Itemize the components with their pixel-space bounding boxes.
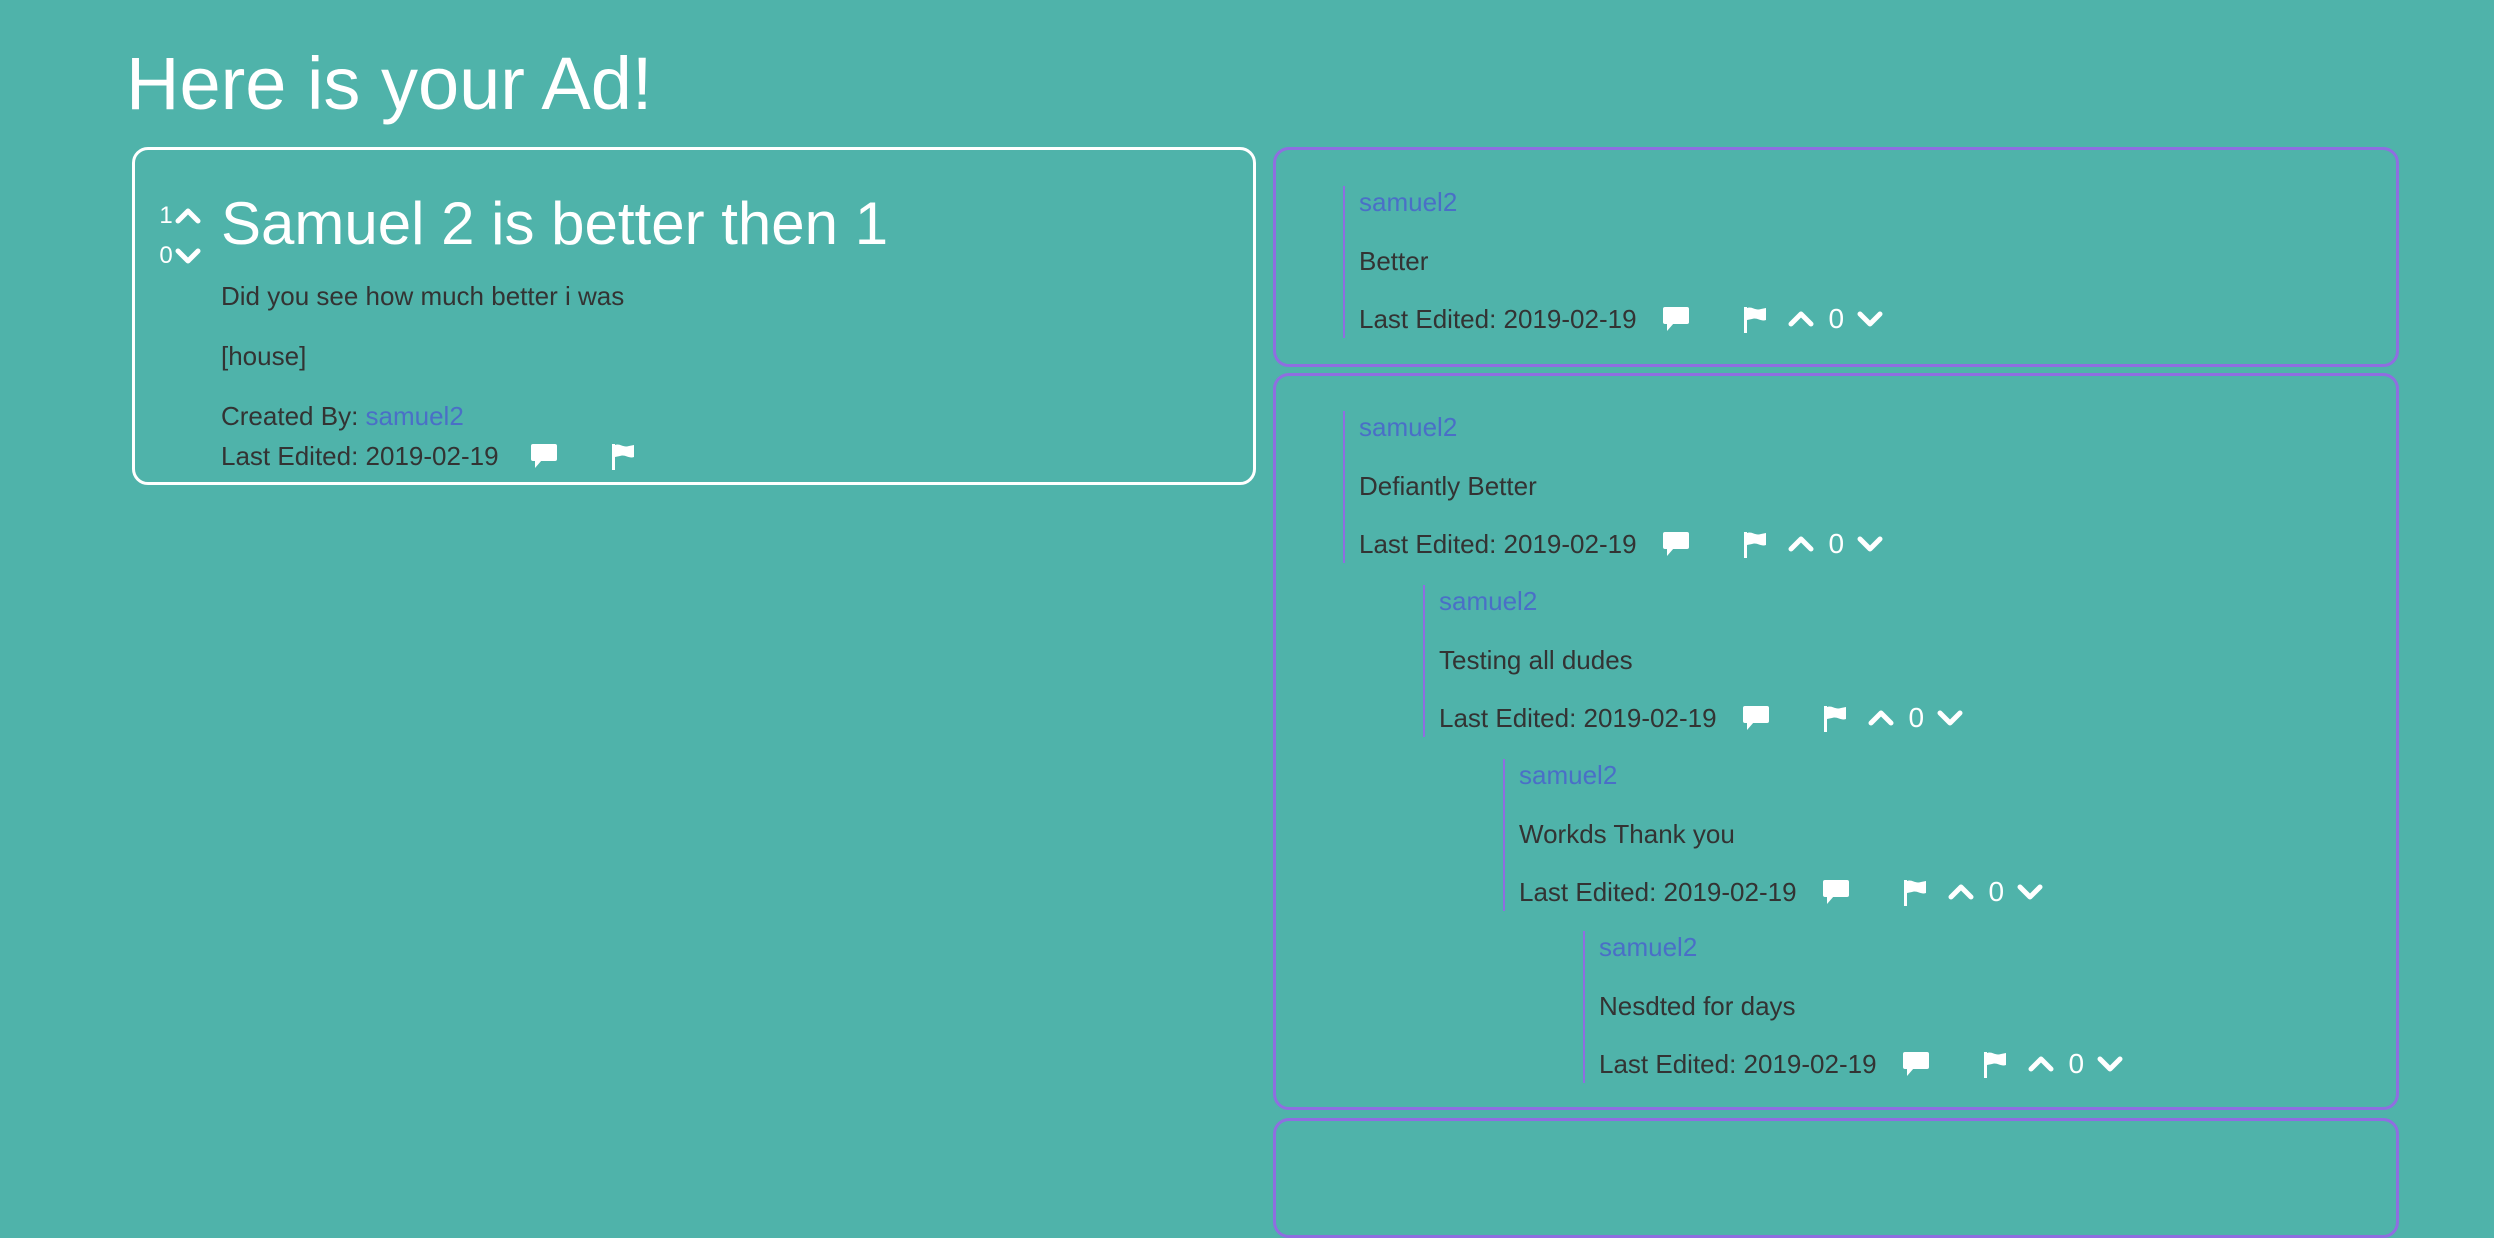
comment-score: 0 (1988, 876, 2005, 907)
chevron-down-icon[interactable] (1856, 533, 1884, 555)
chevron-down-icon[interactable] (1936, 707, 1964, 729)
comment-icon[interactable] (1821, 878, 1851, 906)
comment-meta: Last Edited: 2019-02-19 0 (1439, 700, 1964, 736)
ad-meta: Last Edited: 2019-02-19 (221, 440, 637, 472)
flag-icon[interactable] (1741, 304, 1769, 334)
author-link[interactable]: samuel2 (366, 401, 464, 431)
ad-title: Samuel 2 is better then 1 (221, 190, 889, 257)
comment-last-edited: Last Edited: 2019-02-19 (1519, 876, 1797, 907)
chevron-up-icon[interactable] (175, 206, 201, 226)
comment-reply: samuel2 Nesdted for days Last Edited: 20… (1583, 931, 2123, 1083)
flag-icon[interactable] (609, 441, 637, 471)
comment-icon[interactable] (1661, 305, 1691, 333)
ad-created-by: Created By: samuel2 (221, 400, 464, 432)
comment-thread (1273, 1118, 2399, 1238)
comment-score: 0 (1828, 528, 1845, 559)
comment-meta: Last Edited: 2019-02-19 0 (1359, 301, 1884, 337)
ad-vote-controls: 1 0 (157, 196, 213, 276)
comment-text: Better (1359, 246, 1429, 276)
chevron-up-icon[interactable] (1787, 533, 1815, 555)
chevron-up-icon[interactable] (2027, 1053, 2055, 1075)
ad-description: Did you see how much better i was (221, 281, 625, 311)
comment: samuel2 Defiantly Better Last Edited: 20… (1343, 411, 1883, 563)
ad-downvote-count: 0 (159, 242, 173, 269)
comment-user-link[interactable]: samuel2 (1359, 186, 1457, 218)
ad-card: 1 0 Samuel 2 is better then 1 Did you se… (132, 147, 1256, 485)
comment-score: 0 (1828, 303, 1845, 334)
comment-user-link[interactable]: samuel2 (1359, 411, 1457, 443)
ad-upvote-count: 1 (159, 202, 173, 229)
chevron-down-icon[interactable] (2016, 881, 2044, 903)
ad-tag: [house] (221, 341, 307, 371)
comment-meta: Last Edited: 2019-02-19 0 (1519, 874, 2044, 910)
chevron-down-icon[interactable] (1856, 308, 1884, 330)
comment-text: Testing all dudes (1439, 645, 1633, 675)
comment-reply: samuel2 Workds Thank you Last Edited: 20… (1503, 759, 2043, 911)
comment-meta: Last Edited: 2019-02-19 0 (1359, 526, 1884, 562)
comment-last-edited: Last Edited: 2019-02-19 (1439, 702, 1717, 733)
comment-icon[interactable] (1741, 704, 1771, 732)
flag-icon[interactable] (1741, 529, 1769, 559)
ad-upvote-row: 1 (157, 196, 213, 236)
flag-icon[interactable] (1821, 703, 1849, 733)
chevron-down-icon[interactable] (2096, 1053, 2124, 1075)
comment-last-edited: Last Edited: 2019-02-19 (1599, 1048, 1877, 1079)
comment-icon[interactable] (1901, 1050, 1931, 1078)
page-title: Here is your Ad! (126, 42, 653, 125)
comment-score: 0 (2068, 1048, 2085, 1079)
ad-downvote-row: 0 (157, 236, 213, 276)
comment-user-link[interactable]: samuel2 (1599, 931, 1697, 963)
created-by-label: Created By: (221, 401, 366, 431)
comment-user-link[interactable]: samuel2 (1519, 759, 1617, 791)
chevron-up-icon[interactable] (1947, 881, 1975, 903)
comment-icon[interactable] (529, 442, 559, 470)
flag-icon[interactable] (1981, 1049, 2009, 1079)
comment-text: Nesdted for days (1599, 991, 1796, 1021)
chevron-down-icon[interactable] (175, 246, 201, 266)
comment-user-link[interactable]: samuel2 (1439, 585, 1537, 617)
comment-icon[interactable] (1661, 530, 1691, 558)
last-edited: Last Edited: 2019-02-19 (221, 441, 499, 471)
comment-thread: samuel2 Better Last Edited: 2019-02-19 0 (1273, 147, 2399, 367)
chevron-up-icon[interactable] (1787, 308, 1815, 330)
comment-score: 0 (1908, 702, 1925, 733)
chevron-up-icon[interactable] (1867, 707, 1895, 729)
comment-last-edited: Last Edited: 2019-02-19 (1359, 303, 1637, 334)
comment-text: Defiantly Better (1359, 471, 1537, 501)
comment-thread: samuel2 Defiantly Better Last Edited: 20… (1273, 373, 2399, 1110)
comment-last-edited: Last Edited: 2019-02-19 (1359, 528, 1637, 559)
comment-text: Workds Thank you (1519, 819, 1735, 849)
comment: samuel2 Better Last Edited: 2019-02-19 0 (1343, 186, 1883, 338)
flag-icon[interactable] (1901, 877, 1929, 907)
comment-meta: Last Edited: 2019-02-19 0 (1599, 1046, 2124, 1082)
comment-reply: samuel2 Testing all dudes Last Edited: 2… (1423, 585, 1963, 737)
